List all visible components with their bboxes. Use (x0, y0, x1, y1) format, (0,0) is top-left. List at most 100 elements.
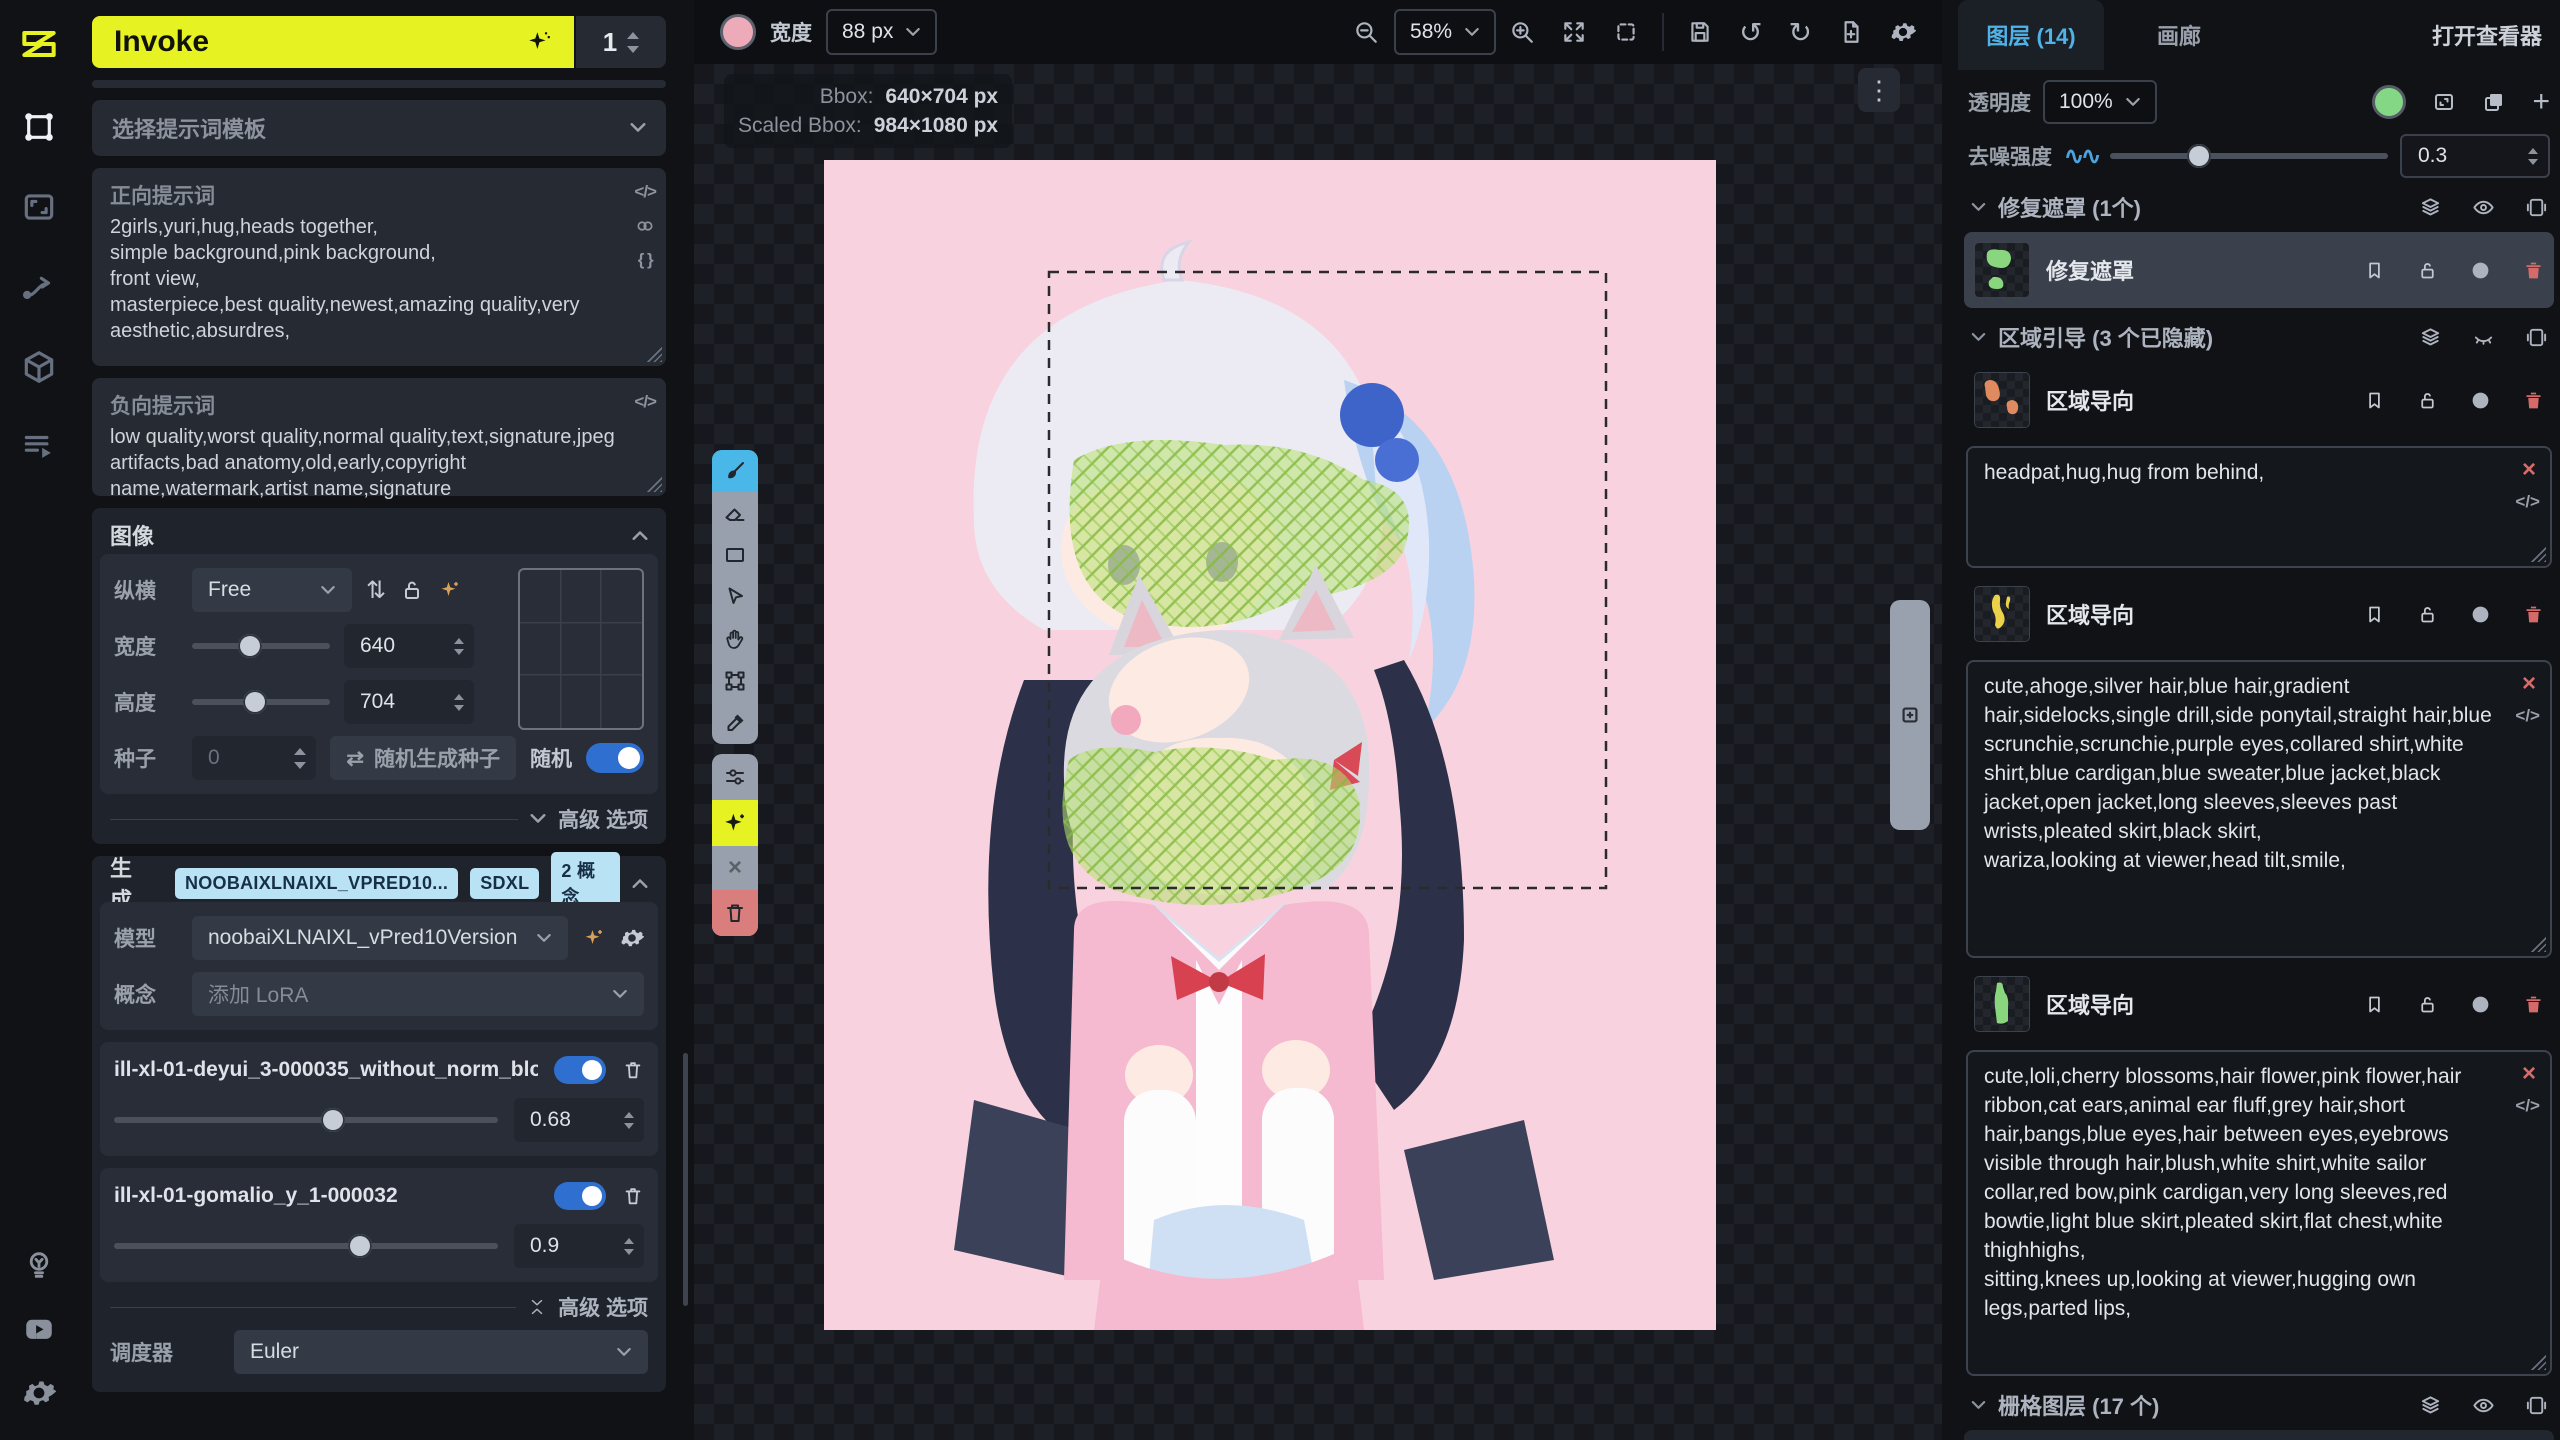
delete-prompt-icon[interactable]: × (2522, 1060, 2536, 1088)
bbox-tool[interactable] (712, 660, 758, 702)
lora-weight-slider[interactable] (114, 1234, 498, 1258)
image-section-header[interactable]: 图像 (100, 516, 658, 554)
filter-settings-tool[interactable] (712, 754, 758, 800)
trash-icon[interactable] (2523, 260, 2544, 281)
resize-handle[interactable] (646, 346, 662, 362)
rectangle-tool[interactable] (712, 534, 758, 576)
brush-color-swatch[interactable] (720, 14, 756, 50)
duplicate-layer-icon[interactable] (2482, 90, 2506, 114)
lora-weight-input[interactable]: 0.68 (514, 1098, 644, 1142)
color-picker-tool[interactable] (712, 702, 758, 744)
resize-handle[interactable] (646, 476, 662, 492)
trash-icon[interactable] (2523, 390, 2544, 411)
brush-tool[interactable] (712, 450, 758, 492)
trash-icon[interactable] (622, 1185, 644, 1207)
denoise-input[interactable]: 0.3 (2400, 134, 2550, 178)
eraser-tool[interactable] (712, 492, 758, 534)
delete-prompt-icon[interactable]: × (2522, 670, 2536, 698)
delete-layer-tool[interactable] (712, 890, 758, 936)
layers-icon[interactable] (2419, 1394, 2442, 1417)
aspect-select[interactable]: Free (192, 568, 352, 612)
embedding-code-icon[interactable]: </> (634, 182, 656, 202)
prompt-template-selector[interactable]: 选择提示词模板 (92, 100, 666, 156)
layer-color-dot[interactable] (2470, 260, 2491, 281)
canvas-image[interactable] (824, 160, 1716, 1330)
embedding-code-icon[interactable]: </> (2515, 492, 2540, 512)
lock-icon[interactable] (2417, 260, 2438, 281)
link-prompts-icon[interactable] (635, 216, 655, 236)
negative-prompt-input[interactable]: low quality,worst quality,normal quality… (110, 424, 620, 502)
lock-icon[interactable] (2417, 994, 2438, 1015)
trash-icon[interactable] (2523, 604, 2544, 625)
height-slider[interactable] (192, 690, 330, 714)
width-slider[interactable] (192, 634, 330, 658)
frame-icon[interactable] (2525, 196, 2548, 219)
inpaint-mask-layer-row[interactable]: 修复遮罩 (1964, 232, 2554, 308)
mask-color-swatch[interactable] (2372, 85, 2406, 119)
resize-handle[interactable] (2530, 546, 2546, 562)
resize-handle[interactable] (2530, 936, 2546, 952)
zoom-level-select[interactable]: 58% (1394, 9, 1496, 55)
invoke-button[interactable]: Invoke (92, 16, 574, 68)
count-steppers[interactable] (627, 32, 639, 53)
redo-icon[interactable]: ↻ (1789, 16, 1812, 49)
swap-dimensions-icon[interactable]: ⇅ (366, 576, 386, 605)
layer-color-dot[interactable] (2470, 994, 2491, 1015)
undo-icon[interactable]: ↺ (1739, 16, 1762, 49)
sidebar-item-models[interactable] (20, 348, 58, 386)
trash-icon[interactable] (622, 1059, 644, 1081)
lock-icon[interactable] (2417, 604, 2438, 625)
fit-to-view-icon[interactable] (1561, 19, 1587, 45)
add-lora-select[interactable]: 添加 LoRA (192, 972, 644, 1016)
pan-tool[interactable] (712, 618, 758, 660)
bookmark-icon[interactable] (2364, 604, 2385, 625)
lock-aspect-icon[interactable] (400, 578, 424, 602)
support-bulb-icon[interactable] (22, 1248, 56, 1282)
generation-section-header[interactable]: 生成 NOOBAIXLNAIXL_VPRED10... SDXL 2 概念 (100, 864, 658, 902)
eye-icon[interactable] (2472, 196, 2495, 219)
new-canvas-icon[interactable] (1838, 19, 1864, 45)
add-layer-icon[interactable]: + (2532, 85, 2550, 119)
embedding-code-icon[interactable]: </> (2515, 1096, 2540, 1116)
eye-icon[interactable] (2472, 1394, 2495, 1417)
sidebar-item-workflows[interactable] (20, 268, 58, 306)
model-select[interactable]: noobaiXLNAIXL_vPred10Version (192, 916, 568, 960)
seed-input[interactable]: 0 (192, 736, 316, 780)
layers-icon[interactable] (2419, 326, 2442, 349)
optimize-size-sparkle-icon[interactable] (438, 578, 462, 602)
regional-layer-row[interactable]: 区域导向 (1964, 966, 2554, 1042)
regional-prompt-input[interactable]: cute,ahoge,silver hair,blue hair,gradien… (1984, 672, 2498, 875)
lora-enabled-toggle[interactable] (554, 1056, 606, 1084)
braces-icon[interactable]: { } (638, 250, 653, 270)
raster-layer-row[interactable]: 栅格层 (1964, 1430, 2554, 1440)
sidebar-item-gallery[interactable] (20, 188, 58, 226)
bookmark-icon[interactable] (2364, 390, 2385, 411)
fit-layer-icon[interactable] (2432, 90, 2456, 114)
auto-mask-sparkle-tool[interactable] (712, 800, 758, 846)
model-sparkle-icon[interactable] (582, 926, 606, 950)
move-tool[interactable] (712, 576, 758, 618)
raster-layers-section-header[interactable]: 栅格图层 (17 个) (1958, 1388, 2560, 1422)
frame-icon[interactable] (2525, 326, 2548, 349)
regional-prompt-input[interactable]: cute,loli,cherry blossoms,hair flower,pi… (1984, 1062, 2498, 1323)
frame-icon[interactable] (2525, 1394, 2548, 1417)
regional-layer-row[interactable]: 区域导向 (1964, 576, 2554, 652)
sidebar-item-canvas[interactable] (20, 108, 58, 146)
layer-color-dot[interactable] (2470, 390, 2491, 411)
video-tutorials-icon[interactable] (22, 1312, 56, 1346)
panel-scrollbar[interactable] (683, 1053, 688, 1306)
lora-enabled-toggle[interactable] (554, 1182, 606, 1210)
embedding-code-icon[interactable]: </> (2515, 706, 2540, 726)
embedding-code-icon[interactable]: </> (634, 392, 656, 412)
lora-weight-input[interactable]: 0.9 (514, 1224, 644, 1268)
settings-gear-icon[interactable] (22, 1376, 56, 1410)
lock-icon[interactable] (2417, 390, 2438, 411)
resize-handle[interactable] (2530, 1354, 2546, 1370)
width-input[interactable]: 640 (344, 624, 474, 668)
brush-width-select[interactable]: 88 px (826, 9, 937, 55)
staging-handle[interactable] (1890, 600, 1930, 830)
regional-guidance-section-header[interactable]: 区域引导 (3 个已隐藏) (1958, 320, 2560, 354)
zoom-in-icon[interactable] (1509, 19, 1535, 45)
trash-icon[interactable] (2523, 994, 2544, 1015)
layer-color-dot[interactable] (2470, 604, 2491, 625)
